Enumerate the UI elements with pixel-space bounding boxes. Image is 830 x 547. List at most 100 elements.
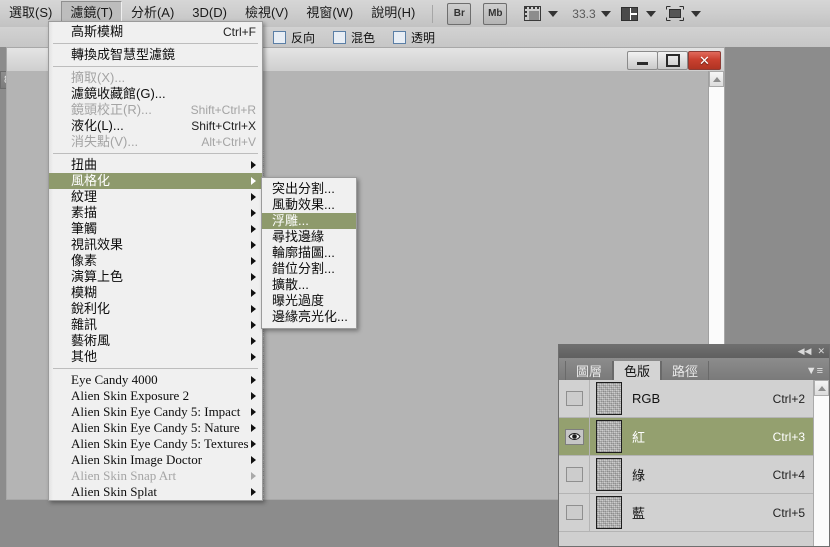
maximize-button[interactable] [657, 51, 688, 70]
stylize-menu-item[interactable]: 尋找邊緣 [262, 229, 356, 245]
zoom-level-value[interactable]: 33.3 [572, 7, 595, 21]
filter-menu-item[interactable]: 筆觸 [49, 221, 262, 237]
filter-menu-item[interactable]: 藝術風 [49, 333, 262, 349]
menu-item-label: 邊緣亮光化... [272, 309, 348, 324]
menu-item-label: 其他 [71, 349, 98, 364]
menu-separator [53, 153, 258, 154]
tab-layers[interactable]: 圖層 [565, 361, 614, 380]
channel-visibility-toggle[interactable] [559, 380, 590, 417]
filter-menu-item[interactable]: 風格化 [49, 173, 262, 189]
channel-thumbnail [596, 496, 622, 529]
scroll-up-button[interactable] [814, 380, 829, 396]
eye-off-icon [565, 391, 583, 406]
channel-thumbnail [596, 420, 622, 453]
option-label: 透明 [411, 30, 436, 45]
filter-menu-item[interactable]: Eye Candy 4000 [49, 372, 262, 388]
filter-menu-item[interactable]: 液化(L)... Shift+Ctrl+X [49, 118, 262, 134]
submenu-arrow-icon [251, 209, 256, 217]
menu-item-help[interactable]: 說明(H) [362, 1, 424, 26]
option-checkbox-dither[interactable]: 混色 [333, 29, 375, 46]
view-extras-chevron-down-icon[interactable] [548, 10, 559, 17]
filter-menu-item[interactable]: 扭曲 [49, 157, 262, 173]
menu-item-label: 消失點(V)... [71, 134, 139, 149]
stylize-menu-item[interactable]: 擴散... [262, 277, 356, 293]
channel-row-rgb[interactable]: RGB Ctrl+2 [559, 380, 829, 418]
channel-visibility-toggle[interactable] [559, 456, 590, 493]
channel-row-green[interactable]: 綠 Ctrl+4 [559, 456, 829, 494]
filter-menu-item[interactable]: 素描 [49, 205, 262, 221]
filter-menu-item[interactable]: 高斯模糊 Ctrl+F [49, 24, 262, 40]
screen-mode-icon[interactable] [664, 5, 686, 23]
menu-item-window[interactable]: 視窗(W) [297, 1, 362, 26]
filter-menu-item[interactable]: Alien Skin Exposure 2 [49, 388, 262, 404]
maximize-icon [665, 54, 680, 67]
menu-item-label: 鏡頭校正(R)... [71, 102, 152, 117]
menu-item-label: Alien Skin Exposure 2 [71, 388, 190, 403]
filter-menu-item[interactable]: 視訊效果 [49, 237, 262, 253]
eye-off-icon [565, 467, 583, 482]
filter-menu-item[interactable]: Alien Skin Image Doctor [49, 452, 262, 468]
menu-item-label: 銳利化 [71, 301, 111, 316]
menu-item-label: 筆觸 [71, 221, 98, 236]
stylize-menu-item[interactable]: 浮雕... [262, 213, 356, 229]
submenu-arrow-icon [251, 440, 256, 448]
stylize-menu-item[interactable]: 突出分割... [262, 181, 356, 197]
channel-row-red[interactable]: 紅 Ctrl+3 [559, 418, 829, 456]
submenu-arrow-icon [251, 376, 256, 384]
menu-item-label: 演算上色 [71, 269, 124, 284]
close-button[interactable]: ✕ [688, 51, 721, 70]
view-extras-icon[interactable] [521, 5, 543, 23]
menu-item-label: Alien Skin Snap Art [71, 468, 177, 483]
stylize-menu-item[interactable]: 輪廓描圖... [262, 245, 356, 261]
checkbox-box[interactable] [273, 30, 286, 44]
mini-bridge-button[interactable]: Mb [483, 2, 508, 25]
filter-menu-item[interactable]: Alien Skin Eye Candy 5: Nature [49, 420, 262, 436]
filter-menu-item[interactable]: 其他 [49, 349, 262, 365]
filter-menu-item[interactable]: 轉換成智慧型濾鏡 [49, 47, 262, 63]
channels-vertical-scrollbar[interactable] [813, 380, 829, 546]
option-checkbox-transparency[interactable]: 透明 [393, 29, 435, 46]
channel-thumbnail [596, 458, 622, 491]
filter-menu-item[interactable]: 紋理 [49, 189, 262, 205]
submenu-arrow-icon [251, 273, 256, 281]
menu-item-shortcut: Shift+Ctrl+X [191, 119, 256, 133]
panel-menu-icon[interactable]: ▼≡ [806, 365, 823, 377]
screen-mode-chevron-down-icon[interactable] [690, 10, 701, 17]
menu-separator [53, 66, 258, 67]
stylize-menu-item[interactable]: 風動效果... [262, 197, 356, 213]
zoom-chevron-down-icon[interactable] [600, 10, 611, 17]
filter-menu-item[interactable]: 銳利化 [49, 301, 262, 317]
filter-menu-item[interactable]: 模糊 [49, 285, 262, 301]
filter-menu-item[interactable]: Alien Skin Eye Candy 5: Impact [49, 404, 262, 420]
panel-title-bar[interactable]: ◀◀ ✕ [559, 345, 829, 358]
stylize-menu-item[interactable]: 曝光過度 [262, 293, 356, 309]
filter-menu-item[interactable]: Alien Skin Splat [49, 484, 262, 500]
minimize-button[interactable] [627, 51, 658, 70]
submenu-arrow-icon [251, 193, 256, 201]
filter-menu-item[interactable]: Alien Skin Eye Candy 5: Textures [49, 436, 262, 452]
checkbox-box[interactable] [393, 30, 407, 44]
channel-visibility-toggle[interactable] [559, 418, 590, 455]
filter-menu-item[interactable]: 雜訊 [49, 317, 262, 333]
menu-item-label: 曝光過度 [272, 293, 325, 308]
submenu-arrow-icon [251, 321, 256, 329]
channel-name: RGB [632, 391, 661, 406]
tab-paths[interactable]: 路徑 [661, 361, 710, 380]
filter-menu-item[interactable]: 演算上色 [49, 269, 262, 285]
scroll-up-button[interactable] [709, 71, 724, 87]
stylize-menu-item[interactable]: 錯位分割... [262, 261, 356, 277]
menu-separator [53, 43, 258, 44]
stylize-menu-item[interactable]: 邊緣亮光化... [262, 309, 356, 325]
arrange-documents-icon[interactable] [619, 5, 641, 23]
collapse-panel-icon[interactable]: ◀◀ [798, 347, 812, 356]
filter-menu-item[interactable]: 濾鏡收藏館(G)... [49, 86, 262, 102]
option-checkbox-invert[interactable]: 反向 [273, 29, 315, 46]
close-panel-icon[interactable]: ✕ [817, 347, 825, 356]
menu-item-label: 扭曲 [71, 157, 98, 172]
arrange-chevron-down-icon[interactable] [645, 10, 656, 17]
filter-menu-item[interactable]: 像素 [49, 253, 262, 269]
menu-item-label: 輪廓描圖... [272, 245, 335, 260]
bridge-button[interactable]: Br [447, 2, 472, 25]
checkbox-box[interactable] [333, 30, 347, 44]
tab-channels[interactable]: 色版 [613, 361, 662, 380]
